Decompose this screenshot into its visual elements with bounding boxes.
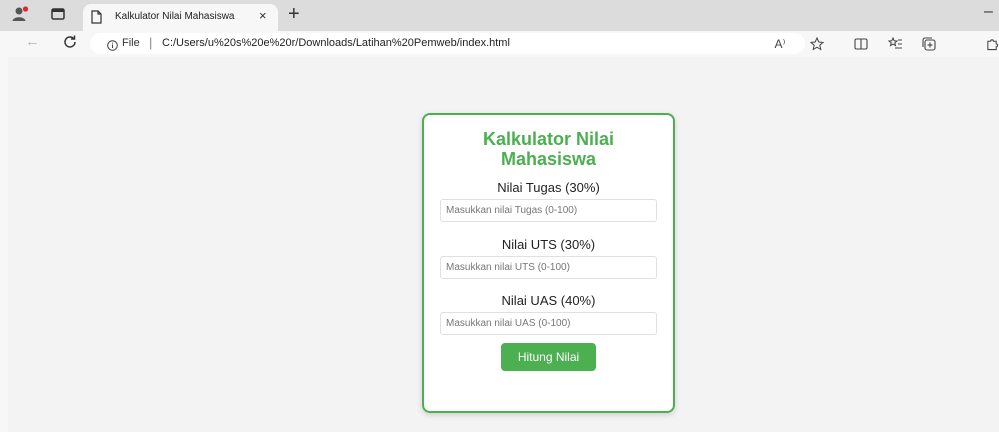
- address-bar[interactable]: File | C:/Users/u%20s%20e%20r/Downloads/…: [90, 33, 805, 54]
- info-icon[interactable]: [107, 38, 118, 56]
- hitung-nilai-button[interactable]: Hitung Nilai: [501, 343, 596, 371]
- tugas-input[interactable]: [440, 199, 657, 222]
- scheme-label: File: [122, 37, 140, 49]
- tab-strip: Kalkulator Nilai Mahasiswa × + –: [0, 0, 999, 31]
- uas-label: Nilai UAS (40%): [501, 293, 596, 308]
- tab-actions-icon: [51, 7, 65, 25]
- read-aloud-icon[interactable]: A⁾: [771, 33, 789, 54]
- page-icon: [91, 10, 102, 29]
- tab-close-icon[interactable]: ×: [259, 9, 267, 23]
- collections-icon[interactable]: [920, 33, 938, 54]
- tugas-label: Nilai Tugas (30%): [497, 180, 600, 195]
- favorite-star-icon[interactable]: [808, 33, 826, 54]
- card-title: Kalkulator Nilai Mahasiswa: [424, 129, 673, 169]
- tab-title: Kalkulator Nilai Mahasiswa: [115, 11, 235, 22]
- tab-actions-button[interactable]: [46, 4, 70, 28]
- minimize-button[interactable]: –: [984, 4, 993, 20]
- page-viewport: Kalkulator Nilai Mahasiswa Nilai Tugas (…: [8, 57, 999, 432]
- profile-button[interactable]: [8, 4, 32, 28]
- reload-icon[interactable]: [62, 34, 78, 55]
- new-tab-button[interactable]: +: [288, 3, 300, 25]
- uas-input[interactable]: [440, 312, 657, 335]
- profile-icon: [11, 5, 29, 27]
- back-arrow-icon[interactable]: ←: [25, 33, 40, 51]
- uts-label: Nilai UTS (30%): [501, 237, 596, 252]
- browser-toolbar: ← File | C:/Users/u%20s%20e%20r/Download…: [0, 31, 999, 56]
- tab-kalkulator[interactable]: Kalkulator Nilai Mahasiswa ×: [83, 4, 278, 31]
- extensions-icon[interactable]: [986, 33, 999, 54]
- address-separator: |: [149, 35, 153, 50]
- uts-input[interactable]: [440, 256, 657, 279]
- calculator-card: Kalkulator Nilai Mahasiswa Nilai Tugas (…: [422, 113, 675, 413]
- url-text[interactable]: C:/Users/u%20s%20e%20r/Downloads/Latihan…: [162, 37, 510, 49]
- split-screen-icon[interactable]: [852, 33, 870, 54]
- favorites-list-icon[interactable]: [886, 33, 904, 54]
- card-title-line-1: Kalkulator Nilai: [482, 129, 615, 149]
- card-title-line-2: Mahasiswa: [500, 149, 597, 169]
